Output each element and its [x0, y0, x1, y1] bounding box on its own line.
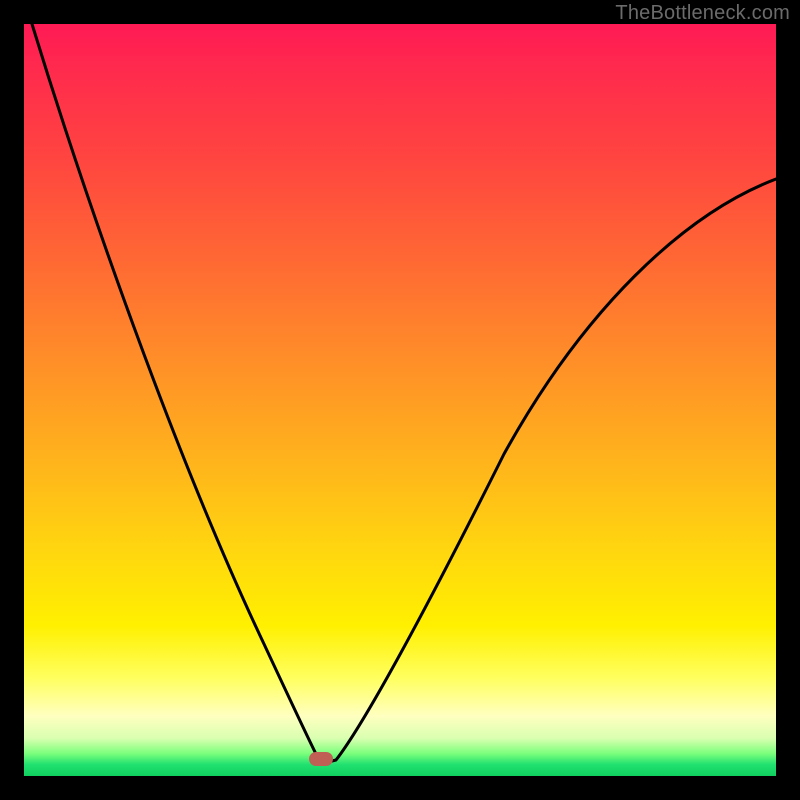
bottleneck-curve: [24, 24, 776, 776]
curve-path: [32, 24, 776, 762]
optimal-point-marker: [309, 752, 333, 766]
watermark-text: TheBottleneck.com: [615, 2, 790, 25]
chart-frame: TheBottleneck.com: [0, 0, 800, 800]
plot-area: [24, 24, 776, 776]
